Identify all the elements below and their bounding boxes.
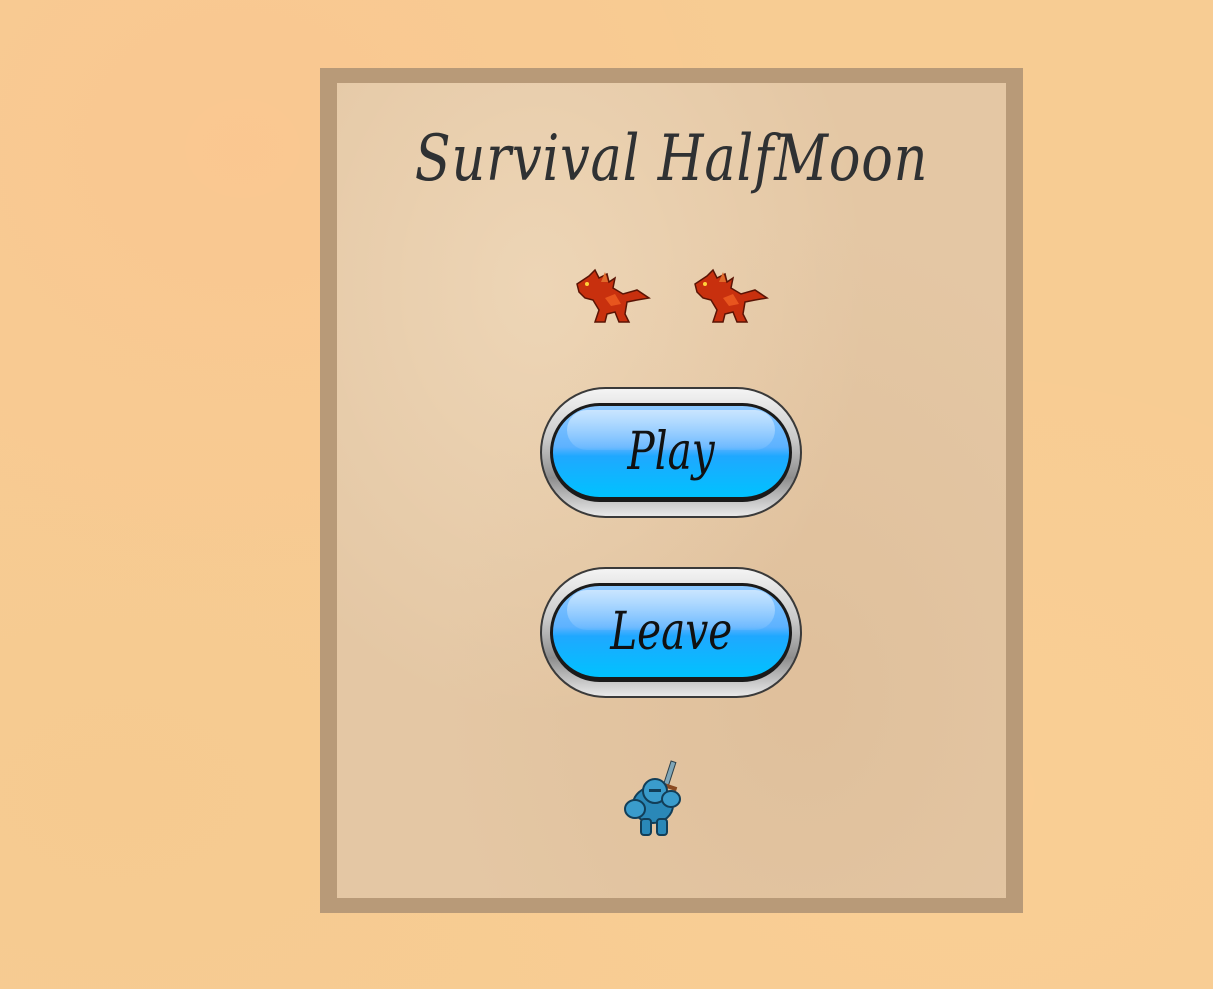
menu-frame: Survival HalfMoon Play Leave bbox=[320, 68, 1023, 913]
leave-button-label: Leave bbox=[609, 601, 733, 662]
red-dragon-icon bbox=[693, 268, 769, 323]
play-button-face: Play bbox=[550, 403, 792, 502]
dragon-decorations bbox=[337, 268, 1006, 324]
game-title: Survival HalfMoon bbox=[414, 122, 929, 196]
play-button-label: Play bbox=[627, 421, 715, 482]
blue-knight-icon bbox=[624, 760, 681, 836]
leave-button[interactable]: Leave bbox=[540, 567, 802, 698]
red-dragon-icon bbox=[575, 268, 651, 323]
play-button[interactable]: Play bbox=[540, 387, 802, 518]
leave-button-face: Leave bbox=[550, 583, 792, 682]
menu-panel: Survival HalfMoon Play Leave bbox=[337, 83, 1006, 898]
